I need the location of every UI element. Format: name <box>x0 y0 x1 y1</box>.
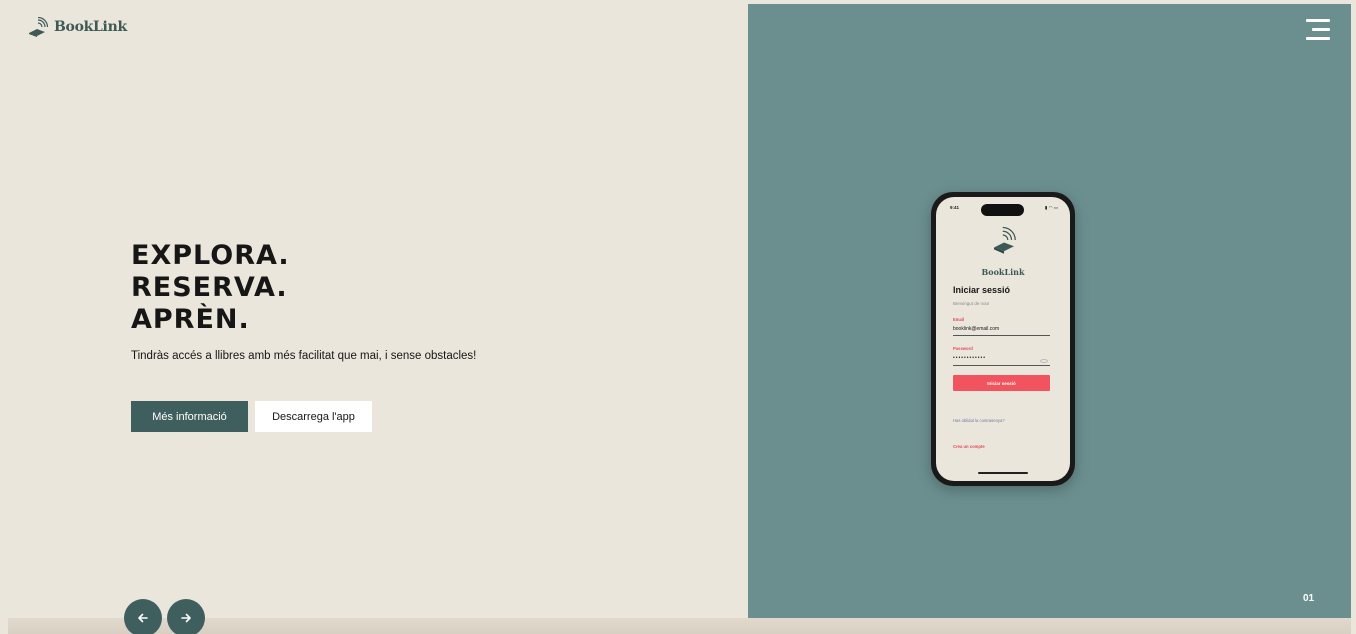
hero-subtitle: Tindràs accés a llibres amb més facilita… <box>131 350 477 362</box>
phone-home-indicator <box>978 472 1028 474</box>
hero-section: EXPLORA. RESERVA. APRÈN. Tindràs accés a… <box>131 240 476 362</box>
headline-line-1: EXPLORA. <box>131 240 290 271</box>
phone-email-label: Email <box>953 317 965 322</box>
brand-logo[interactable]: BookLink <box>28 17 127 37</box>
phone-password-label: Password <box>953 346 973 351</box>
phone-status-icons: ▮ ◠ ▭ <box>1044 205 1058 210</box>
phone-mockup: 9:41 ▮ ◠ ▭ BookLink Iniciar sessió Benvi… <box>931 192 1075 486</box>
phone-create-account-link[interactable]: Crea un compte <box>953 444 985 449</box>
phone-forgot-password-link[interactable]: Has oblidat la contrasenya? <box>953 418 1005 423</box>
phone-brand: BookLink <box>981 267 1025 277</box>
phone-email-underline <box>953 335 1050 336</box>
brand-name: BookLink <box>54 19 127 35</box>
phone-email-field[interactable]: booklink@email.com <box>953 326 999 332</box>
download-app-button[interactable]: Descarrega l'app <box>255 401 372 432</box>
book-wifi-icon <box>29 17 48 37</box>
phone-time: 9:41 <box>950 205 960 210</box>
phone-password-underline <box>953 365 1050 366</box>
phone-login-button[interactable]: Iniciar sessió <box>953 375 1050 391</box>
dynamic-island <box>981 204 1024 216</box>
book-wifi-icon <box>994 226 1016 254</box>
phone-screen: 9:41 ▮ ◠ ▭ BookLink Iniciar sessió Benvi… <box>936 197 1070 481</box>
phone-password-field[interactable]: •••••••••••• <box>953 355 986 361</box>
headline-line-3: APRÈN. <box>131 304 250 335</box>
phone-welcome: Benvingut de nou! <box>953 301 990 306</box>
slide-number: 01 <box>1303 593 1315 604</box>
phone-login-title: Iniciar sessió <box>953 285 1011 295</box>
eye-icon[interactable] <box>1040 359 1048 363</box>
headline-line-2: RESERVA. <box>131 272 288 303</box>
bottom-strip <box>8 618 1351 634</box>
hamburger-menu-icon[interactable] <box>1306 19 1332 41</box>
next-slide-button[interactable] <box>167 599 205 634</box>
arrow-right-icon <box>181 613 191 623</box>
carousel-nav <box>124 599 205 634</box>
arrow-left-icon <box>138 613 148 623</box>
prev-slide-button[interactable] <box>124 599 162 634</box>
more-info-button[interactable]: Més informació <box>131 401 248 432</box>
hero-buttons: Més informació Descarrega l'app <box>131 401 372 432</box>
